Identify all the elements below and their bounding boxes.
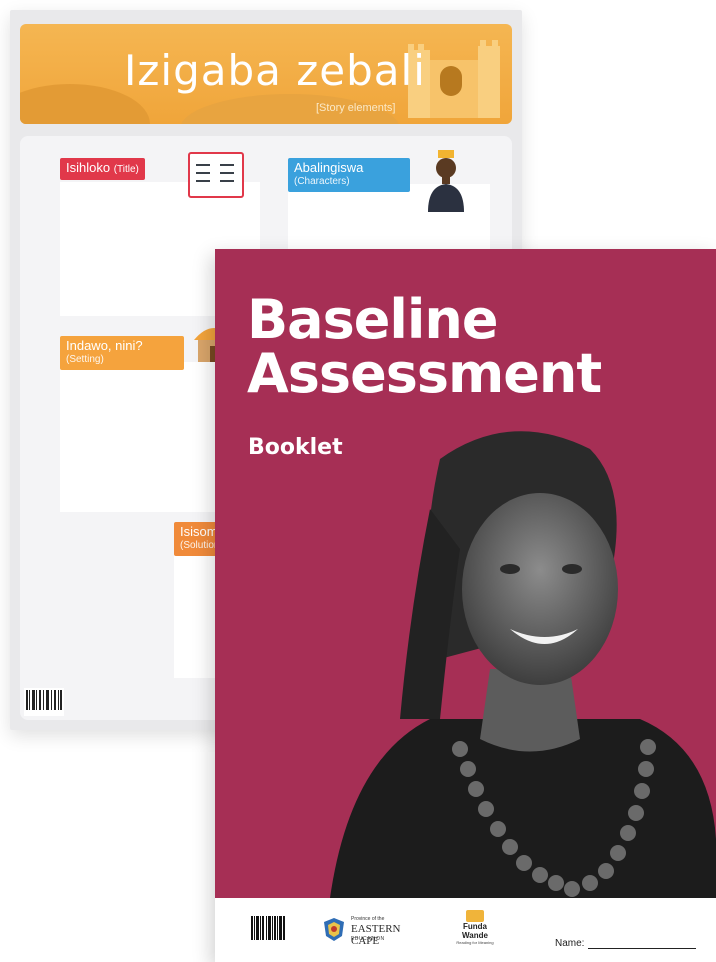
book-icon (188, 152, 244, 198)
section-label: Isihloko (66, 160, 111, 175)
ec-province-text: Province of the (351, 916, 385, 922)
teacher-portrait-photo (330, 431, 716, 898)
booklet-footer: Province of the EASTERN CAPE EDUCATION F… (215, 898, 716, 962)
title-line-1: Baseline (247, 288, 498, 351)
ec-main-text: EASTERN CAPE (351, 923, 401, 947)
baseline-assessment-booklet: Baseline Assessment Booklet Province of … (215, 249, 716, 962)
section-label: Abalingiswa (294, 160, 364, 175)
wande-text: Wande (462, 931, 488, 940)
name-field[interactable]: Name: (555, 938, 697, 949)
funda-text: Funda (463, 922, 487, 931)
barcode-icon (251, 916, 285, 940)
title-tag: Isihloko (Title) (60, 158, 145, 180)
eastern-cape-education-logo: Province of the EASTERN CAPE EDUCATION (321, 914, 431, 947)
poster-subtitle: [Story elements] (316, 102, 396, 114)
section-label: Isisom (180, 524, 218, 539)
title-line-2: Assessment (247, 342, 602, 405)
setting-tag: Indawo, nini? (Setting) (60, 336, 184, 370)
poster-title: Izigaba zebali (124, 46, 426, 95)
characters-tag: Abalingiswa (Characters) (288, 158, 410, 192)
section-label: Indawo, nini? (66, 338, 143, 353)
poster-banner: Izigaba zebali [Story elements] (20, 24, 512, 124)
ec-education-text: EDUCATION (351, 936, 385, 942)
book-icon (466, 910, 484, 922)
section-sub: (Characters) (294, 176, 350, 187)
section-sub: (Title) (113, 164, 139, 175)
funda-wande-logo: Funda Wande Reading for Meaning (455, 910, 495, 950)
crest-icon (324, 918, 344, 941)
barcode-icon (24, 688, 64, 716)
section-sub: (Setting) (66, 354, 104, 365)
person-icon (428, 150, 464, 212)
name-line[interactable] (588, 948, 697, 949)
booklet-title: Baseline Assessment (247, 288, 602, 405)
name-label: Name: (555, 938, 585, 949)
funda-wande-tagline: Reading for Meaning (456, 940, 494, 945)
